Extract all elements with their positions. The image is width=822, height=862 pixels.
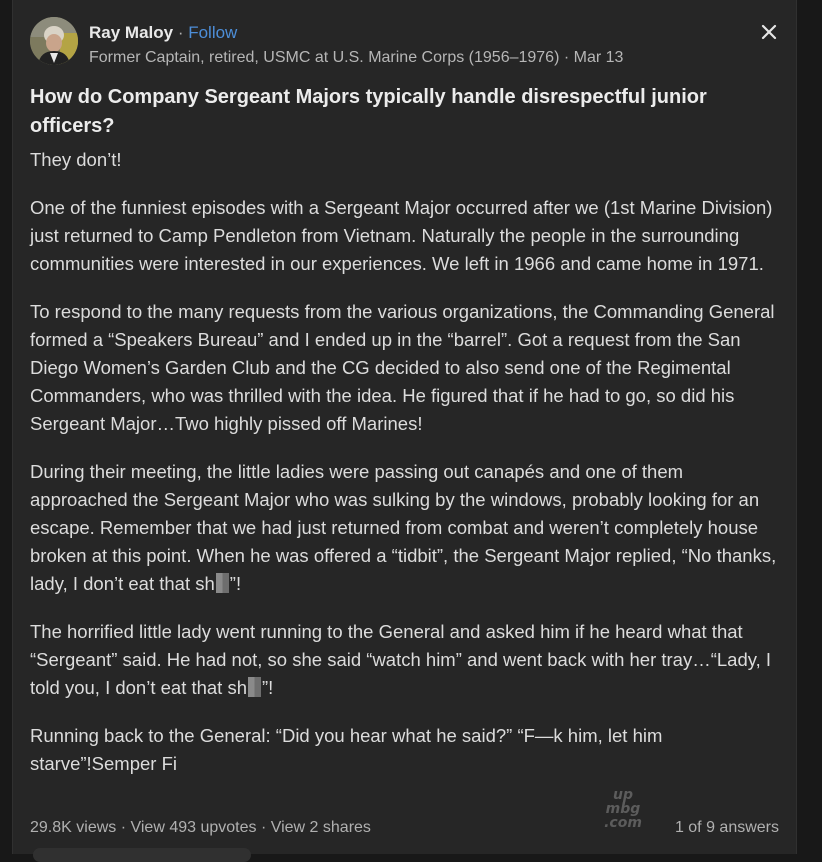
close-button[interactable] <box>756 19 782 45</box>
answer-paragraph-1: They don’t! <box>30 149 122 170</box>
avatar[interactable] <box>30 17 78 65</box>
answer-paragraph-5-text: The horrified little lady went running t… <box>30 621 772 698</box>
answer-paragraph-5: The horrified little lady went running t… <box>30 618 782 702</box>
views-count: 29.8K views <box>30 819 117 836</box>
shares-link[interactable]: View 2 shares <box>271 819 371 836</box>
censor-block <box>248 677 262 697</box>
answer-paragraph-4-end: ”! <box>229 573 242 594</box>
stats-separator: · <box>256 819 271 836</box>
watermark-logo: up mbg .com <box>598 788 648 838</box>
avatar-photo <box>30 17 78 65</box>
author-line: Ray Maloy · Follow <box>89 22 237 44</box>
answer-pager: 1 of 9 answers <box>674 819 779 836</box>
action-bar[interactable] <box>33 848 251 862</box>
follow-button[interactable]: Follow <box>188 23 237 42</box>
censor-block <box>215 573 229 593</box>
watermark-line-1: up <box>613 787 633 803</box>
close-icon <box>761 24 777 40</box>
answer-stats: 29.8K views · View 493 upvotes · View 2 … <box>30 818 371 838</box>
watermark-line-3: .com <box>604 815 642 831</box>
upvotes-link[interactable]: View 493 upvotes <box>130 819 256 836</box>
answer-card: Ray Maloy · Follow Former Captain, retir… <box>12 0 797 862</box>
answer-body: They don’t! One of the funniest episodes… <box>30 146 782 798</box>
modal-backdrop: Ray Maloy · Follow Former Captain, retir… <box>0 0 822 862</box>
author-separator: · <box>173 23 189 42</box>
answer-paragraph-2: One of the funniest episodes with a Serg… <box>30 197 773 274</box>
answer-paragraph-4: During their meeting, the little ladies … <box>30 458 782 598</box>
answer-paragraph-5-end: ”! <box>262 677 274 698</box>
answer-paragraph-6: Running back to the General: “Did you he… <box>30 725 663 774</box>
watermark-line-2: mbg <box>605 801 641 817</box>
author-name[interactable]: Ray Maloy <box>89 23 173 42</box>
question-title[interactable]: How do Company Sergeant Majors typically… <box>30 83 770 141</box>
answer-paragraph-3: To respond to the many requests from the… <box>30 301 775 434</box>
answer-paragraph-4-text: During their meeting, the little ladies … <box>30 461 777 594</box>
author-credential: Former Captain, retired, USMC at U.S. Ma… <box>89 49 624 66</box>
stats-separator: · <box>116 819 131 836</box>
